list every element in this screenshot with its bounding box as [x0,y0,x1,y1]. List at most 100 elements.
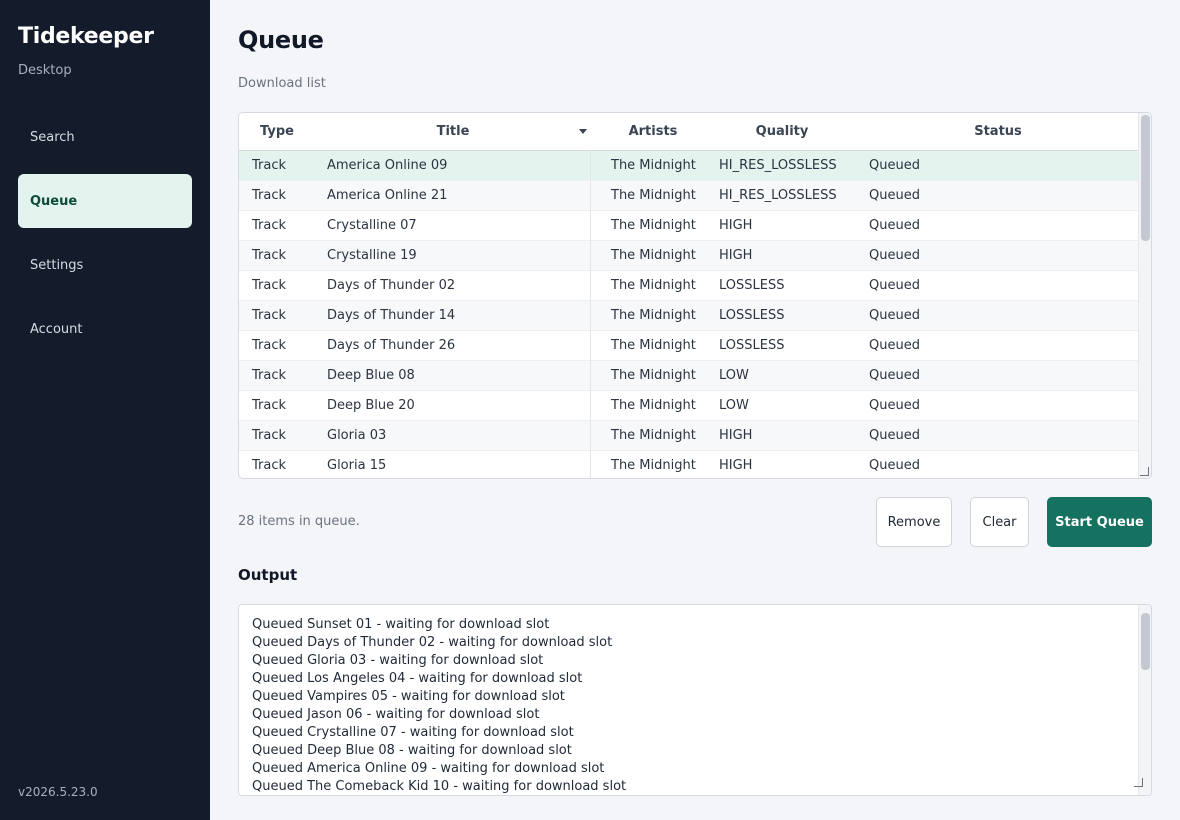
sidebar-item-settings[interactable]: Settings [18,238,192,292]
table-row[interactable]: Track Days of Thunder 02 The Midnight LO… [239,271,1139,301]
cell-quality: LOW [719,398,749,413]
column-header-quality[interactable]: Quality [715,113,849,151]
table-row[interactable]: Track America Online 09 The Midnight HI_… [239,151,1139,181]
log-line: Queued America Online 09 - waiting for d… [252,761,605,776]
sidebar-item-label: Queue [30,193,78,209]
cell-title: Crystalline 19 [327,248,417,263]
sidebar-item-label: Account [30,321,83,337]
table-row[interactable]: Track Crystalline 07 The Midnight HIGH Q… [239,211,1139,241]
clear-button[interactable]: Clear [970,497,1029,547]
table-row[interactable]: Track Days of Thunder 26 The Midnight LO… [239,331,1139,361]
cell-artists: The Midnight [611,458,696,473]
log-line: Queued Vampires 05 - waiting for downloa… [252,689,565,704]
cell-type: Track [252,368,287,383]
cell-status: Queued [869,278,920,293]
app-brand: Tidekeeper [18,24,154,49]
column-header-status[interactable]: Status [849,113,1147,151]
cell-title: Deep Blue 20 [327,398,415,413]
cell-quality: LOSSLESS [719,278,785,293]
app-subtitle: Desktop [18,63,72,78]
table-row[interactable]: Track Days of Thunder 14 The Midnight LO… [239,301,1139,331]
cell-quality: HIGH [719,458,753,473]
cell-quality: HIGH [719,218,753,233]
output-lines: Queued Sunset 01 - waiting for download … [252,616,1122,795]
cell-artists: The Midnight [611,158,696,173]
output-scrollbar-thumb[interactable] [1141,613,1150,670]
cell-artists: The Midnight [611,248,696,263]
log-line: Queued Gloria 03 - waiting for download … [252,653,544,668]
cell-artists: The Midnight [611,218,696,233]
cell-title: Days of Thunder 02 [327,278,456,293]
cell-type: Track [252,278,287,293]
cell-artists: The Midnight [611,188,696,203]
section-subtitle: Download list [238,76,326,91]
version-label: v2026.5.23.0 [18,785,98,799]
remove-button[interactable]: Remove [876,497,952,547]
cell-status: Queued [869,398,920,413]
cell-artists: The Midnight [611,398,696,413]
sidebar-item-label: Search [30,129,75,145]
table-row[interactable]: Track America Online 21 The Midnight HI_… [239,181,1139,211]
page-title: Queue [238,26,324,54]
log-line: Queued Days of Thunder 02 - waiting for … [252,635,613,650]
sidebar-item-queue[interactable]: Queue [18,174,192,228]
start-queue-button[interactable]: Start Queue [1047,497,1152,547]
table-row[interactable]: Track Gloria 15 The Midnight HIGH Queued [239,451,1139,478]
cell-artists: The Midnight [611,368,696,383]
log-line: Queued Crystalline 07 - waiting for down… [252,725,574,740]
cell-quality: LOSSLESS [719,308,785,323]
sidebar: Tidekeeper Desktop Search Queue Settings… [0,0,210,820]
cell-type: Track [252,248,287,263]
log-line: Queued Deep Blue 08 - waiting for downlo… [252,743,572,758]
log-line: Queued Jason 06 - waiting for download s… [252,707,540,722]
cell-title: Days of Thunder 14 [327,308,456,323]
sidebar-item-label: Settings [30,257,84,273]
cell-title: Days of Thunder 26 [327,338,456,353]
resize-grip-icon[interactable] [1134,778,1143,787]
log-line: Queued Los Angeles 04 - waiting for down… [252,671,583,686]
column-header-type[interactable]: Type [239,113,315,151]
output-log[interactable]: Queued Sunset 01 - waiting for download … [238,604,1152,796]
table-row[interactable]: Track Deep Blue 20 The Midnight LOW Queu… [239,391,1139,421]
caret-down-icon [579,129,587,134]
resize-grip-icon[interactable] [1140,467,1149,476]
cell-status: Queued [869,338,920,353]
cell-quality: HIGH [719,428,753,443]
table-row[interactable]: Track Crystalline 19 The Midnight HIGH Q… [239,241,1139,271]
cell-artists: The Midnight [611,338,696,353]
cell-status: Queued [869,248,920,263]
sidebar-item-account[interactable]: Account [18,302,192,356]
cell-artists: The Midnight [611,308,696,323]
cell-status: Queued [869,308,920,323]
cell-title: Gloria 03 [327,428,387,443]
column-header-artists[interactable]: Artists [591,113,715,151]
cell-artists: The Midnight [611,278,696,293]
cell-type: Track [252,158,287,173]
table-scrollbar-thumb[interactable] [1141,115,1150,241]
cell-type: Track [252,428,287,443]
table-row[interactable]: Track Deep Blue 08 The Midnight LOW Queu… [239,361,1139,391]
cell-type: Track [252,218,287,233]
queue-count: 28 items in queue. [238,514,360,529]
cell-status: Queued [869,428,920,443]
sidebar-item-search[interactable]: Search [18,110,192,164]
cell-status: Queued [869,218,920,233]
column-divider [590,151,591,478]
cell-quality: HI_RES_LOSSLESS [719,158,837,173]
cell-title: Crystalline 07 [327,218,417,233]
cell-quality: LOW [719,368,749,383]
table-row[interactable]: Track Gloria 03 The Midnight HIGH Queued [239,421,1139,451]
cell-status: Queued [869,458,920,473]
cell-title: Gloria 15 [327,458,387,473]
cell-type: Track [252,308,287,323]
output-scrollbar[interactable] [1138,605,1151,795]
cell-title: America Online 21 [327,188,448,203]
column-header-title[interactable]: Title [315,113,591,151]
cell-type: Track [252,188,287,203]
output-heading: Output [238,566,298,584]
log-line: Queued Sunset 01 - waiting for download … [252,617,550,632]
cell-title: America Online 09 [327,158,448,173]
cell-status: Queued [869,188,920,203]
table-scrollbar[interactable] [1138,113,1151,478]
cell-type: Track [252,398,287,413]
